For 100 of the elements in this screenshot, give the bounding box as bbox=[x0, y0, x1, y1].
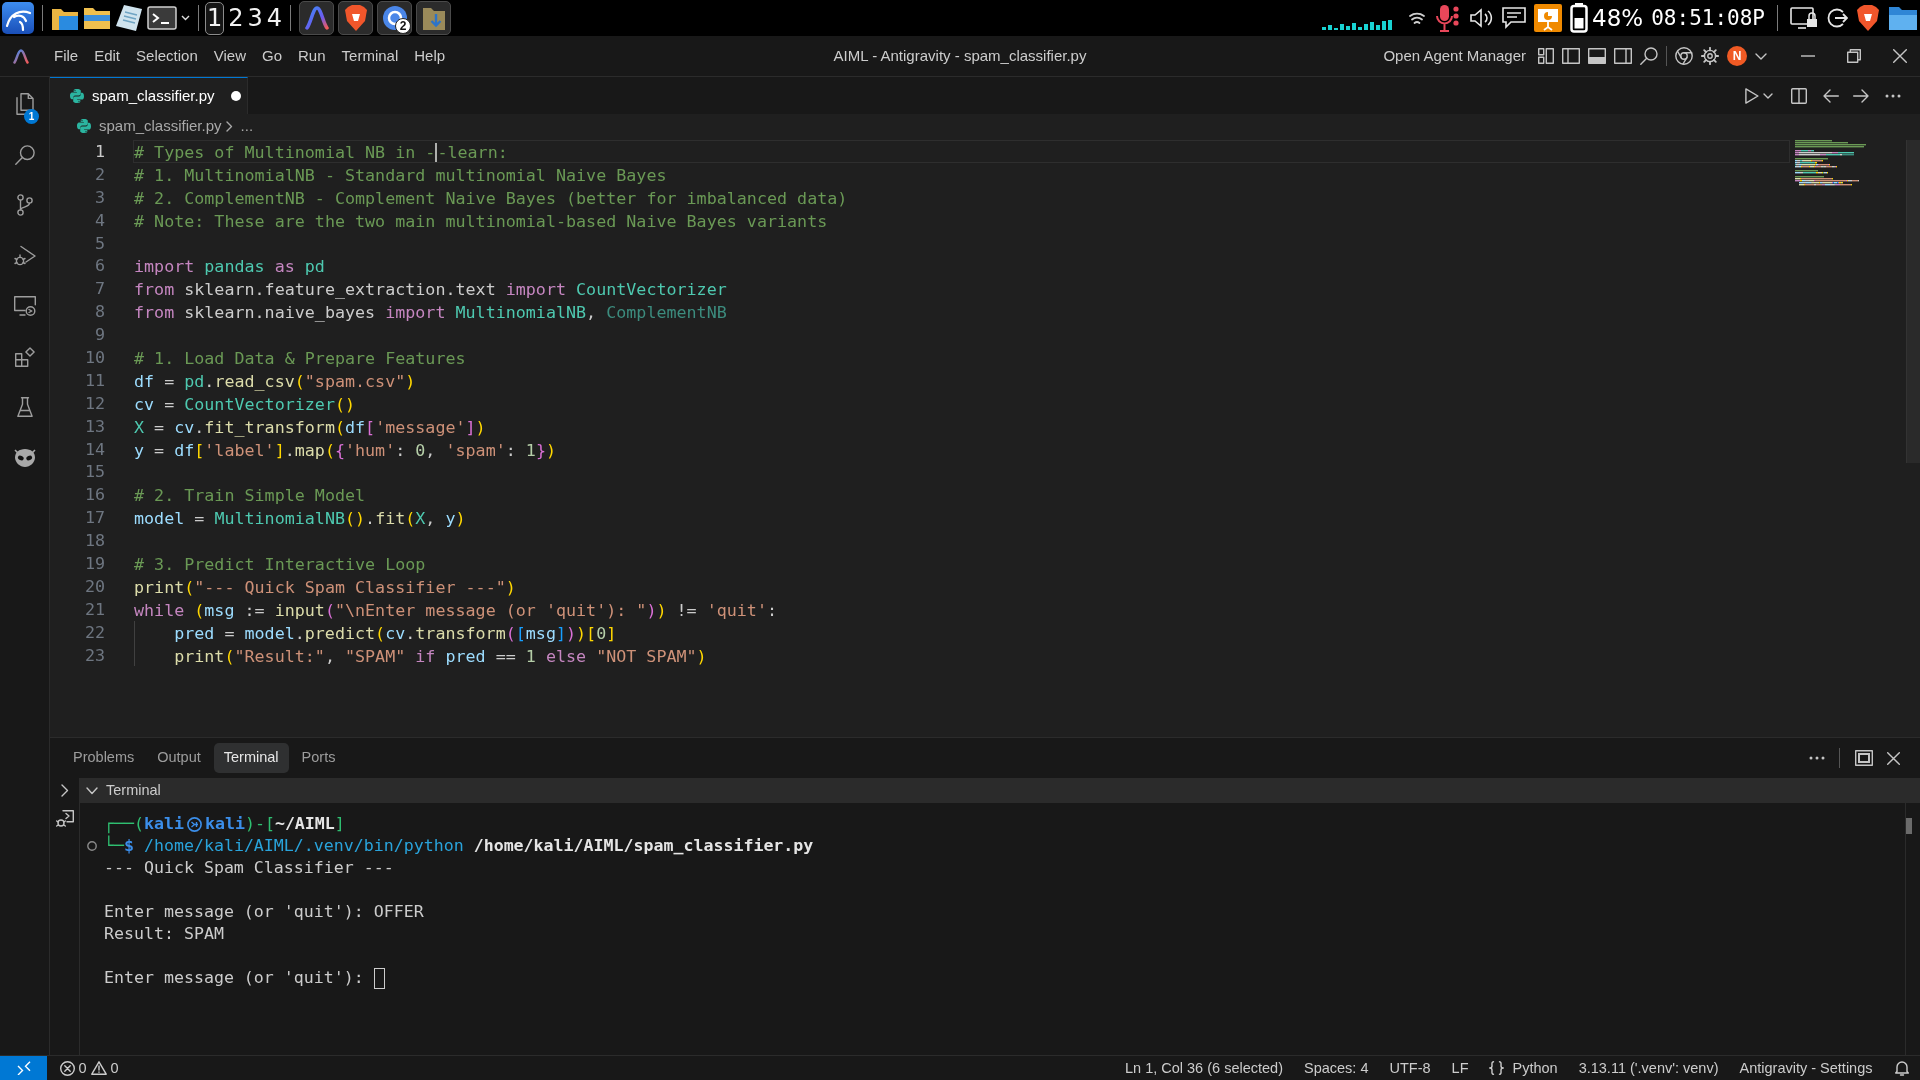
menu-item[interactable]: Terminal bbox=[333, 44, 407, 68]
caret-icon[interactable] bbox=[1755, 52, 1767, 60]
scrollbar-thumb[interactable] bbox=[1906, 818, 1912, 834]
line-number: 12 bbox=[83, 391, 105, 415]
forward-arrow-icon[interactable] bbox=[1853, 88, 1869, 103]
run-icon[interactable] bbox=[1745, 87, 1759, 104]
code-line: -learn: bbox=[437, 142, 508, 162]
breadcrumb-item[interactable]: ... bbox=[240, 114, 254, 138]
status-item[interactable]: 3.13.11 ('.venv': venv) bbox=[1568, 1057, 1729, 1079]
browser-icon[interactable] bbox=[1675, 47, 1693, 65]
restore-icon[interactable] bbox=[1847, 49, 1861, 63]
battery-icon[interactable] bbox=[1570, 3, 1589, 33]
language-button[interactable]: Python bbox=[1479, 1057, 1569, 1079]
command-status-icon[interactable] bbox=[87, 841, 97, 851]
logout-icon[interactable] bbox=[1826, 7, 1848, 29]
code-line: cv = CountVectorizer() bbox=[134, 393, 356, 414]
logo-icon[interactable] bbox=[2, 2, 34, 34]
menu-item[interactable]: Edit bbox=[86, 44, 129, 68]
terminal-output: --- Quick Spam Classifier --- bbox=[104, 857, 394, 879]
line-number: 13 bbox=[83, 414, 105, 438]
arch-logo-icon bbox=[304, 6, 329, 30]
caret-icon[interactable] bbox=[1763, 92, 1773, 99]
taskbar-app-button[interactable] bbox=[416, 1, 452, 35]
menu-item[interactable]: Go bbox=[254, 44, 290, 68]
split-editor-icon[interactable] bbox=[1791, 87, 1807, 104]
panel-tab[interactable]: Ports bbox=[291, 743, 346, 773]
app-logo-icon[interactable] bbox=[13, 48, 29, 64]
clock[interactable]: 08:51:08P bbox=[1651, 7, 1765, 29]
taskbar-app-button[interactable] bbox=[338, 1, 374, 35]
message-icon[interactable] bbox=[1502, 7, 1527, 29]
terminal-icon[interactable] bbox=[147, 6, 177, 30]
search-icon[interactable] bbox=[1640, 47, 1658, 65]
screen-lock-icon[interactable] bbox=[1790, 6, 1818, 30]
code-line: # 3. Predict Interactive Loop bbox=[134, 554, 426, 575]
status-item[interactable]: Spaces: 4 bbox=[1293, 1057, 1379, 1079]
menu-item[interactable]: Selection bbox=[128, 44, 206, 68]
close-icon[interactable] bbox=[1893, 49, 1907, 63]
caret-icon[interactable] bbox=[181, 15, 190, 21]
status-item[interactable]: UTF-8 bbox=[1378, 1057, 1442, 1079]
agent-manager-button[interactable]: Open Agent Manager bbox=[1379, 42, 1530, 70]
shell-prompt: ┌──(kali bbox=[104, 813, 184, 835]
panel-tab[interactable]: Terminal bbox=[213, 743, 289, 773]
taskbar-app-button[interactable]: 2 bbox=[377, 1, 413, 35]
chevron-down-icon[interactable] bbox=[86, 786, 98, 795]
python-icon bbox=[70, 89, 84, 103]
bell-icon[interactable] bbox=[1895, 1060, 1909, 1076]
unsaved-dot-icon[interactable] bbox=[230, 91, 241, 101]
source-control-icon[interactable] bbox=[16, 194, 33, 217]
line-number: 19 bbox=[83, 552, 105, 575]
menu-item[interactable]: View bbox=[205, 44, 254, 68]
layout-icon[interactable] bbox=[1538, 48, 1554, 64]
minimap[interactable] bbox=[1795, 140, 1866, 186]
speaker-icon[interactable] bbox=[1470, 8, 1495, 28]
presentation-icon[interactable] bbox=[1534, 4, 1563, 32]
sidebar-right-icon[interactable] bbox=[1614, 48, 1632, 64]
menu-item[interactable]: Run bbox=[290, 44, 334, 68]
remote-explorer-icon[interactable] bbox=[13, 296, 36, 317]
line-number: 14 bbox=[83, 437, 105, 461]
alien-icon[interactable] bbox=[13, 447, 36, 468]
workspace-button[interactable]: 4 bbox=[264, 1, 285, 35]
workspace-button[interactable]: 1 bbox=[205, 1, 225, 35]
status-item[interactable]: Antigravity - Settings bbox=[1729, 1057, 1883, 1079]
close-icon[interactable] bbox=[1887, 751, 1900, 765]
shell-command: └─$ /home/kali/AIML/.venv/bin/python /home/kali/AIML/spam_classifier.py bbox=[104, 835, 814, 857]
panel-tab[interactable]: Output bbox=[147, 743, 211, 773]
folder-icon[interactable] bbox=[1888, 5, 1918, 31]
extensions-icon[interactable] bbox=[14, 346, 35, 367]
chevron-right-icon[interactable] bbox=[60, 784, 69, 797]
menu-item[interactable]: Help bbox=[406, 44, 454, 68]
workspace-button[interactable]: 2 bbox=[226, 1, 246, 35]
section-header[interactable]: Terminal bbox=[106, 779, 161, 802]
search-icon[interactable] bbox=[14, 144, 35, 165]
text-cursor bbox=[435, 143, 438, 162]
line-number: 16 bbox=[83, 483, 105, 507]
status-item[interactable]: LF bbox=[1441, 1057, 1479, 1079]
line-number: 18 bbox=[83, 529, 105, 553]
error-count: 0 bbox=[78, 1059, 87, 1078]
notepad-icon[interactable] bbox=[115, 4, 143, 32]
wifi-icon[interactable] bbox=[1408, 10, 1427, 26]
status-item[interactable]: Ln 1, Col 36 (6 selected) bbox=[1114, 1057, 1294, 1079]
workspace-button[interactable]: 3 bbox=[245, 1, 265, 35]
remote-button[interactable] bbox=[0, 1056, 47, 1080]
editor-tab[interactable]: spam_classifier.py bbox=[50, 77, 248, 114]
remote-icon bbox=[16, 1061, 31, 1075]
back-arrow-icon[interactable] bbox=[1823, 88, 1839, 103]
panel-icon[interactable] bbox=[1588, 48, 1606, 64]
run-debug-icon[interactable] bbox=[13, 244, 36, 267]
settings-icon[interactable] bbox=[1701, 47, 1719, 65]
maximize-icon[interactable] bbox=[1855, 750, 1873, 766]
more-icon[interactable] bbox=[1809, 756, 1825, 760]
folder-icon[interactable] bbox=[83, 6, 111, 30]
sidebar-left-icon[interactable] bbox=[1562, 48, 1580, 64]
menu-item[interactable]: File bbox=[46, 44, 87, 68]
debug-terminal-icon[interactable] bbox=[55, 810, 74, 828]
shield-icon[interactable] bbox=[1856, 4, 1880, 32]
more-icon[interactable] bbox=[1885, 93, 1901, 98]
panel-tab[interactable]: Problems bbox=[63, 743, 145, 773]
breadcrumb-item[interactable]: spam_classifier.py bbox=[99, 114, 222, 138]
flask-icon[interactable] bbox=[16, 397, 33, 418]
problems-button[interactable]: 0 0 bbox=[49, 1057, 130, 1079]
